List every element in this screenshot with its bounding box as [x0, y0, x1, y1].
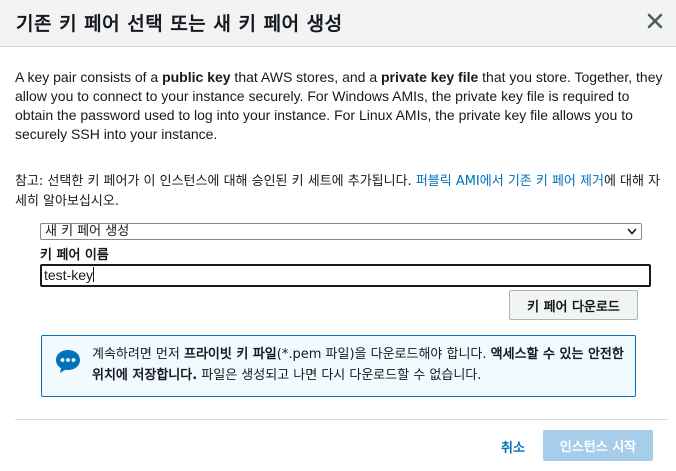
note-body: 참고: 선택한 키 페어가 이 인스턴스에 대해 승인된 키 세트에 추가됩니다… [15, 174, 416, 189]
key-pair-name-input[interactable]: test-key [40, 264, 651, 287]
download-key-pair-button[interactable]: 키 페어 다운로드 [509, 290, 638, 320]
select-value: 새 키 페어 생성 [45, 224, 130, 239]
description-bold-public-key: public key [162, 69, 231, 85]
close-icon[interactable] [644, 10, 666, 32]
chat-bubble-icon [56, 350, 80, 373]
input-value: test-key [44, 267, 94, 283]
description-part: that AWS stores, and a [230, 69, 381, 85]
dialog-title: 기존 키 페어 선택 또는 새 키 페어 생성 [16, 13, 343, 35]
dialog-header: 기존 키 페어 선택 또는 새 키 페어 생성 [0, 0, 676, 47]
info-part: 계속하려면 먼저 [92, 347, 184, 362]
description-part: A key pair consists of a [15, 69, 163, 85]
chevron-down-icon [627, 228, 637, 235]
description-text: A key pair consists of a public key that… [15, 68, 665, 144]
text-caret [93, 267, 95, 282]
cancel-button[interactable]: 취소 [501, 437, 525, 456]
remove-key-pair-link[interactable]: 퍼블릭 AMI에서 기존 키 페어 제거 [416, 174, 604, 189]
info-alert-text: 계속하려면 먼저 프라이빗 키 파일(*.pem 파일)을 다운로드해야 합니다… [92, 344, 632, 386]
key-pair-name-label: 키 페어 이름 [40, 248, 109, 263]
info-alert: 계속하려면 먼저 프라이빗 키 파일(*.pem 파일)을 다운로드해야 합니다… [41, 335, 636, 397]
info-part: (*.pem 파일)을 다운로드해야 합니다. [276, 347, 491, 362]
description-bold-private-key-file: private key file [381, 69, 479, 85]
footer-divider [15, 419, 668, 420]
launch-instance-button[interactable]: 인스턴스 시작 [543, 430, 653, 461]
key-pair-option-select[interactable]: 새 키 페어 생성 [40, 223, 642, 240]
info-part: 파일은 생성되고 나면 다시 다운로드할 수 없습니다. [197, 368, 482, 383]
note-text: 참고: 선택한 키 페어가 이 인스턴스에 대해 승인된 키 세트에 추가됩니다… [15, 172, 665, 212]
info-bold-private-key-file: 프라이빗 키 파일 [184, 347, 277, 362]
